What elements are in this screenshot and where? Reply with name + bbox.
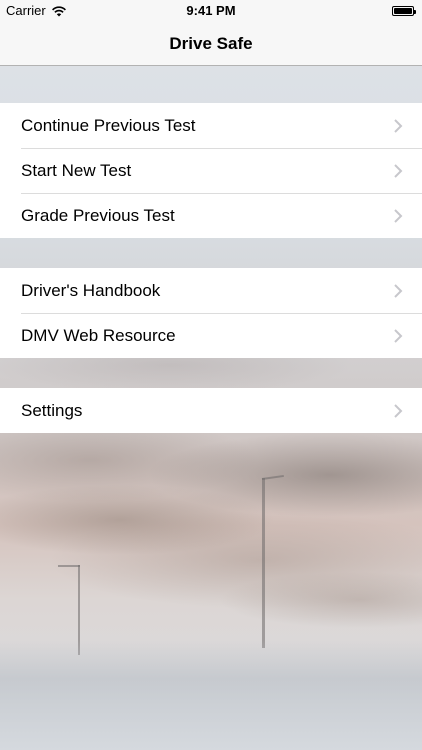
- menu-item-continue-previous-test[interactable]: Continue Previous Test: [0, 103, 422, 148]
- light-pole: [262, 478, 265, 648]
- navigation-bar: Drive Safe: [0, 22, 422, 66]
- status-bar: Carrier 9:41 PM: [0, 0, 422, 22]
- menu-item-grade-previous-test[interactable]: Grade Previous Test: [0, 193, 422, 238]
- chevron-right-icon: [394, 118, 403, 133]
- battery-icon: [392, 6, 416, 16]
- menu-group-settings: Settings: [0, 388, 422, 433]
- menu-group-tests: Continue Previous Test Start New Test Gr…: [0, 103, 422, 238]
- menu-item-dmv-web-resource[interactable]: DMV Web Resource: [0, 313, 422, 358]
- menu-item-label: Settings: [21, 400, 83, 420]
- page-title: Drive Safe: [169, 33, 253, 53]
- chevron-right-icon: [394, 403, 403, 418]
- chevron-right-icon: [394, 163, 403, 178]
- light-pole-arm: [58, 565, 80, 567]
- menu-group-resources: Driver's Handbook DMV Web Resource: [0, 268, 422, 358]
- chevron-right-icon: [394, 283, 403, 298]
- menu-item-settings[interactable]: Settings: [0, 388, 422, 433]
- menu-item-label: Start New Test: [21, 160, 132, 180]
- chevron-right-icon: [394, 328, 403, 343]
- status-time: 9:41 PM: [186, 3, 236, 18]
- chevron-right-icon: [394, 208, 403, 223]
- menu-item-label: Driver's Handbook: [21, 280, 161, 300]
- tree-silhouette: [0, 640, 422, 750]
- menu-item-drivers-handbook[interactable]: Driver's Handbook: [0, 268, 422, 313]
- menu-item-label: Grade Previous Test: [21, 205, 175, 225]
- menu-item-start-new-test[interactable]: Start New Test: [0, 148, 422, 193]
- menu-item-label: Continue Previous Test: [21, 115, 196, 135]
- menu-item-label: DMV Web Resource: [21, 325, 176, 345]
